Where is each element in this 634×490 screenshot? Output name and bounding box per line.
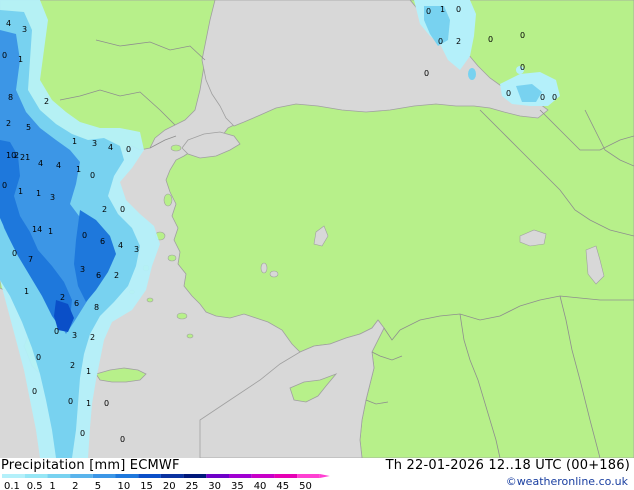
- credit-link[interactable]: ©weatheronline.co.uk: [506, 475, 628, 488]
- precip-amount-label: 0: [488, 35, 493, 44]
- precip-amount-label: 4: [56, 161, 61, 170]
- color-scale-tick: 50: [299, 481, 312, 490]
- color-scale-swatch: [206, 474, 229, 478]
- precip-amount-label: 8: [8, 93, 13, 102]
- color-scale-swatch: [274, 474, 298, 478]
- precip-amount-label: 0: [2, 181, 7, 190]
- precip-amount-label: 1: [72, 137, 77, 146]
- precip-amount-label: 10: [6, 151, 16, 160]
- precip-amount-label: 3: [50, 193, 55, 202]
- precip-amount-label: 1: [18, 55, 23, 64]
- footer-bar: Precipitation [mm] ECMWF Th 22-01-2026 1…: [0, 458, 634, 490]
- color-scale-swatch: [160, 474, 184, 478]
- precip-amount-label: 4: [6, 19, 11, 28]
- precip-amount-label: 1: [440, 5, 445, 14]
- precip-amount-label: 14: [32, 225, 42, 234]
- precip-amount-label: 5: [26, 123, 31, 132]
- color-scale-tick: 10: [118, 481, 131, 490]
- precip-amount-label: 2: [60, 293, 65, 302]
- color-scale: 0.1 0.5 1 2 5 10 15 20 25 30 35 40 45 50: [2, 474, 330, 490]
- precip-amount-label: 0: [552, 93, 557, 102]
- precip-amount-label: 1: [18, 187, 23, 196]
- color-scale-tick: 1: [49, 481, 55, 490]
- precip-amount-label: 1: [48, 227, 53, 236]
- precip-amount-label: 0: [520, 31, 525, 40]
- precip-amount-label: 0: [506, 89, 511, 98]
- precip-amount-label: 0: [90, 171, 95, 180]
- color-scale-swatch: [47, 474, 71, 478]
- precip-amount-label: 4: [38, 159, 43, 168]
- precip-amount-label: 6: [100, 237, 105, 246]
- precip-amount-label: 2: [456, 37, 461, 46]
- precip-amount-label: 4: [118, 241, 123, 250]
- precip-amount-label: 0: [32, 387, 37, 396]
- precip-amount-label: 2: [44, 97, 49, 106]
- color-scale-tick: 20: [163, 481, 176, 490]
- color-scale-tick: 15: [140, 481, 153, 490]
- color-scale-tick: 5: [95, 481, 101, 490]
- precip-amount-label: 0: [104, 399, 109, 408]
- precip-amount-label: 8: [94, 303, 99, 312]
- map-frame: 4 3 0 1 8 2 2 5 2 10 21 4 4 1 3 4 0 0 1 0 3 1 1 14 0 2 1 0 6 4 3 0 7 3 6 2 1…: [0, 0, 634, 490]
- color-scale-swatch: [24, 474, 48, 478]
- precip-amount-label: 0: [456, 5, 461, 14]
- precip-amount-label: 3: [72, 331, 77, 340]
- precip-amount-label: 7: [28, 255, 33, 264]
- precip-amount-label: 0: [520, 63, 525, 72]
- color-scale-swatch: [2, 474, 25, 478]
- precip-amount-label: 6: [96, 271, 101, 280]
- color-scale-tick: 0.5: [27, 481, 43, 490]
- precip-amount-label: 1: [86, 367, 91, 376]
- precip-amount-label: 21: [20, 153, 30, 162]
- color-scale-swatch: [92, 474, 116, 478]
- color-scale-tick: 0.1: [4, 481, 20, 490]
- color-scale-swatch: [138, 474, 161, 478]
- precip-amount-label: 0: [424, 69, 429, 78]
- precip-amount-label: 1: [76, 165, 81, 174]
- color-scale-tick: 2: [72, 481, 78, 490]
- precip-amount-label: 0: [82, 231, 87, 240]
- precip-amount-label: 0: [540, 93, 545, 102]
- precip-amount-label: 2: [6, 119, 11, 128]
- precip-amount-label: 3: [92, 139, 97, 148]
- precip-amount-label: 0: [426, 7, 431, 16]
- precip-amount-label: 0: [36, 353, 41, 362]
- color-scale-tick: 45: [276, 481, 289, 490]
- color-scale-swatch: [229, 474, 252, 478]
- precip-amount-label: 2: [70, 361, 75, 370]
- precip-amount-label: 0: [2, 51, 7, 60]
- color-scale-swatch: [70, 474, 93, 478]
- precip-amount-label: 3: [80, 265, 85, 274]
- product-title: Precipitation [mm] ECMWF: [1, 458, 180, 473]
- precip-amount-label: 0: [438, 37, 443, 46]
- precipitation-map: 430 18225210 214 41 3 4 001031 114021 06 4 30736 21…: [0, 0, 634, 458]
- precip-amount-label: 3: [22, 25, 27, 34]
- color-scale-swatch: [115, 474, 139, 478]
- precip-amount-label: 4: [108, 143, 113, 152]
- precip-amount-label: 3: [134, 245, 139, 254]
- precip-amount-label: 0: [54, 327, 59, 336]
- precip-amount-label: 2: [114, 271, 119, 280]
- color-scale-tick: 25: [186, 481, 199, 490]
- precip-amount-label: 1: [24, 287, 29, 296]
- precip-amount-label: 0: [126, 145, 131, 154]
- precip-amount-label: 2: [102, 205, 107, 214]
- precip-amount-label: 0: [12, 249, 17, 258]
- precip-amount-label: 0: [80, 429, 85, 438]
- precip-amount-label: 1: [86, 399, 91, 408]
- precip-amount-label: 0: [120, 205, 125, 214]
- color-scale-arrow: [319, 474, 330, 478]
- color-scale-tick: 35: [231, 481, 244, 490]
- precip-amount-label: 0: [120, 435, 125, 444]
- precip-amount-label: 1: [36, 189, 41, 198]
- precip-amount-label: 2: [90, 333, 95, 342]
- precip-amount-label: 0: [68, 397, 73, 406]
- valid-time: Th 22-01-2026 12..18 UTC (00+186): [385, 458, 630, 473]
- color-scale-swatch: [183, 474, 207, 478]
- color-scale-tick: 40: [254, 481, 267, 490]
- color-scale-swatch: [297, 474, 320, 478]
- precip-amount-label: 6: [74, 299, 79, 308]
- color-scale-swatch: [251, 474, 275, 478]
- color-scale-tick: 30: [208, 481, 221, 490]
